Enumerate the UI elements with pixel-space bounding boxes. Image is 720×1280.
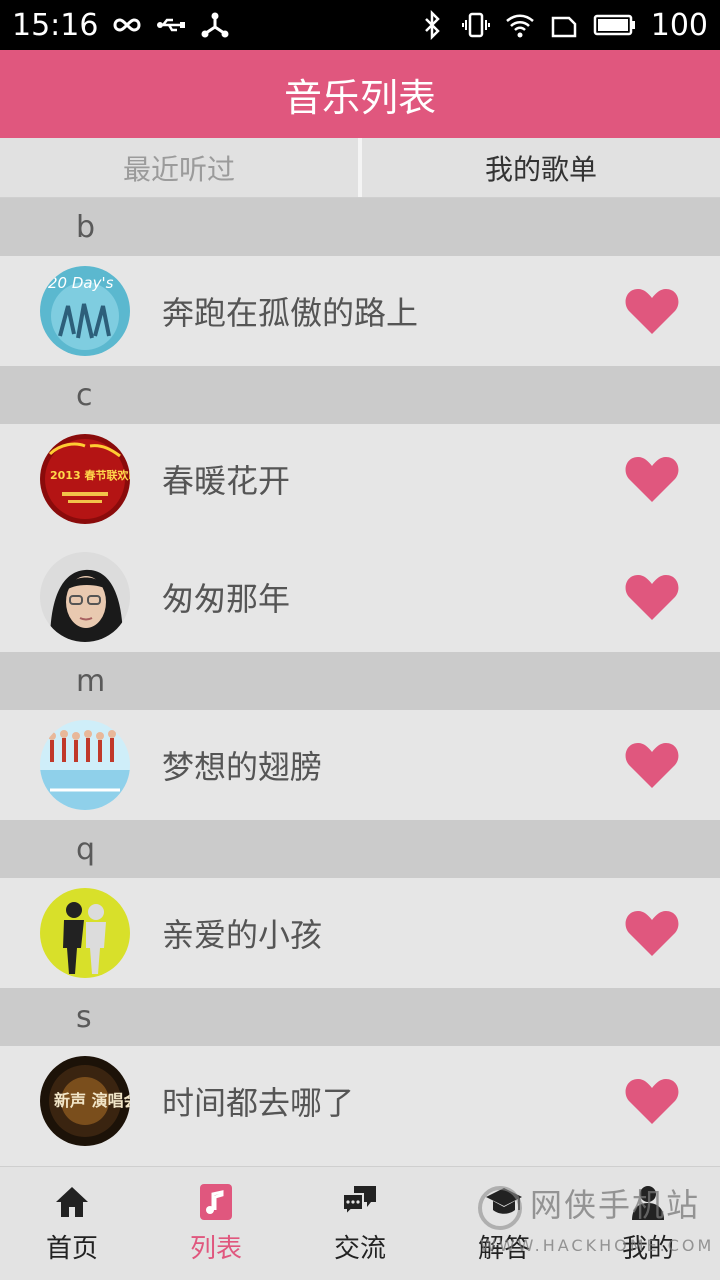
album-cover: 20 Day's <box>40 266 130 356</box>
song-title: 奔跑在孤傲的路上 <box>162 294 419 332</box>
chat-icon <box>340 1182 380 1222</box>
song-title: 匆匆那年 <box>162 580 291 618</box>
music-note-icon <box>196 1182 236 1222</box>
bluetooth-icon <box>417 10 447 40</box>
status-time: 15:16 <box>12 7 99 43</box>
tab-my-playlist[interactable]: 我的歌单 <box>362 138 720 197</box>
album-cover <box>40 720 130 810</box>
nav-list[interactable]: 列表 <box>144 1167 288 1280</box>
user-icon <box>628 1182 668 1222</box>
heart-icon[interactable] <box>624 908 680 958</box>
wifi-icon <box>505 10 535 40</box>
nav-me[interactable]: 我的 <box>576 1167 720 1280</box>
album-cover: 新声 演唱会 <box>40 1056 130 1146</box>
section-header-c: c <box>0 366 720 424</box>
nav-me-label: 我的 <box>621 1234 674 1264</box>
tab-recent[interactable]: 最近听过 <box>0 138 358 197</box>
status-bar: 15:16 100 <box>0 0 720 50</box>
nav-chat-label: 交流 <box>333 1234 386 1264</box>
list-item[interactable]: 2013 春节联欢晚会 春暖花开 <box>0 424 720 534</box>
infinity-icon <box>112 10 142 40</box>
tab-bar: 最近听过 我的歌单 <box>0 138 720 198</box>
nav-home-label: 首页 <box>45 1234 98 1264</box>
nav-answers-label: 解答 <box>477 1234 530 1264</box>
section-header-s: s <box>0 988 720 1046</box>
section-header-m: m <box>0 652 720 710</box>
page-title: 音乐列表 <box>283 75 436 120</box>
song-title: 时间都去哪了 <box>162 1084 355 1122</box>
status-left: 15:16 <box>12 8 230 43</box>
title-bar: 音乐列表 <box>0 50 720 138</box>
section-header-q: q <box>0 820 720 878</box>
battery-icon <box>593 10 637 40</box>
sim-icon <box>549 10 579 40</box>
album-cover: 2013 春节联欢晚会 <box>40 434 130 524</box>
cover-text: 2013 春节联欢晚会 <box>50 468 130 482</box>
list-item[interactable]: 梦想的翅膀 <box>0 710 720 820</box>
list-item[interactable]: 20 Day's 奔跑在孤傲的路上 <box>0 256 720 366</box>
heart-icon[interactable] <box>624 454 680 504</box>
graduation-cap-icon <box>484 1182 524 1222</box>
section-header-b: b <box>0 198 720 256</box>
list-item[interactable]: 新声 演唱会 时间都去哪了 <box>0 1046 720 1156</box>
list-item[interactable]: 匆匆那年 <box>0 542 720 652</box>
song-title: 亲爱的小孩 <box>162 916 323 954</box>
song-title: 春暖花开 <box>162 462 291 500</box>
nav-home[interactable]: 首页 <box>0 1167 144 1280</box>
heart-icon[interactable] <box>624 740 680 790</box>
nav-chat[interactable]: 交流 <box>288 1167 432 1280</box>
album-cover <box>40 552 130 642</box>
nav-answers[interactable]: 解答 <box>432 1167 576 1280</box>
vibrate-icon <box>461 10 491 40</box>
usb-icon <box>156 10 186 40</box>
battery-level: 100 <box>650 7 708 43</box>
share-icon <box>200 10 230 40</box>
cover-text: 新声 演唱会 <box>54 1091 130 1110</box>
song-title: 梦想的翅膀 <box>162 748 323 786</box>
list-item[interactable]: 亲爱的小孩 <box>0 878 720 988</box>
cover-text: 20 Day's <box>48 274 114 292</box>
status-right: 100 <box>417 8 708 43</box>
heart-icon[interactable] <box>624 572 680 622</box>
heart-icon[interactable] <box>624 1076 680 1126</box>
bottom-nav: 首页 列表 交流 解答 我的 <box>0 1166 720 1280</box>
song-list[interactable]: b 20 Day's 奔跑在孤傲的路上 c 2013 春节联欢晚会 <box>0 198 720 1166</box>
nav-list-label: 列表 <box>189 1234 242 1264</box>
home-icon <box>52 1182 92 1222</box>
heart-icon[interactable] <box>624 286 680 336</box>
album-cover <box>40 888 130 978</box>
